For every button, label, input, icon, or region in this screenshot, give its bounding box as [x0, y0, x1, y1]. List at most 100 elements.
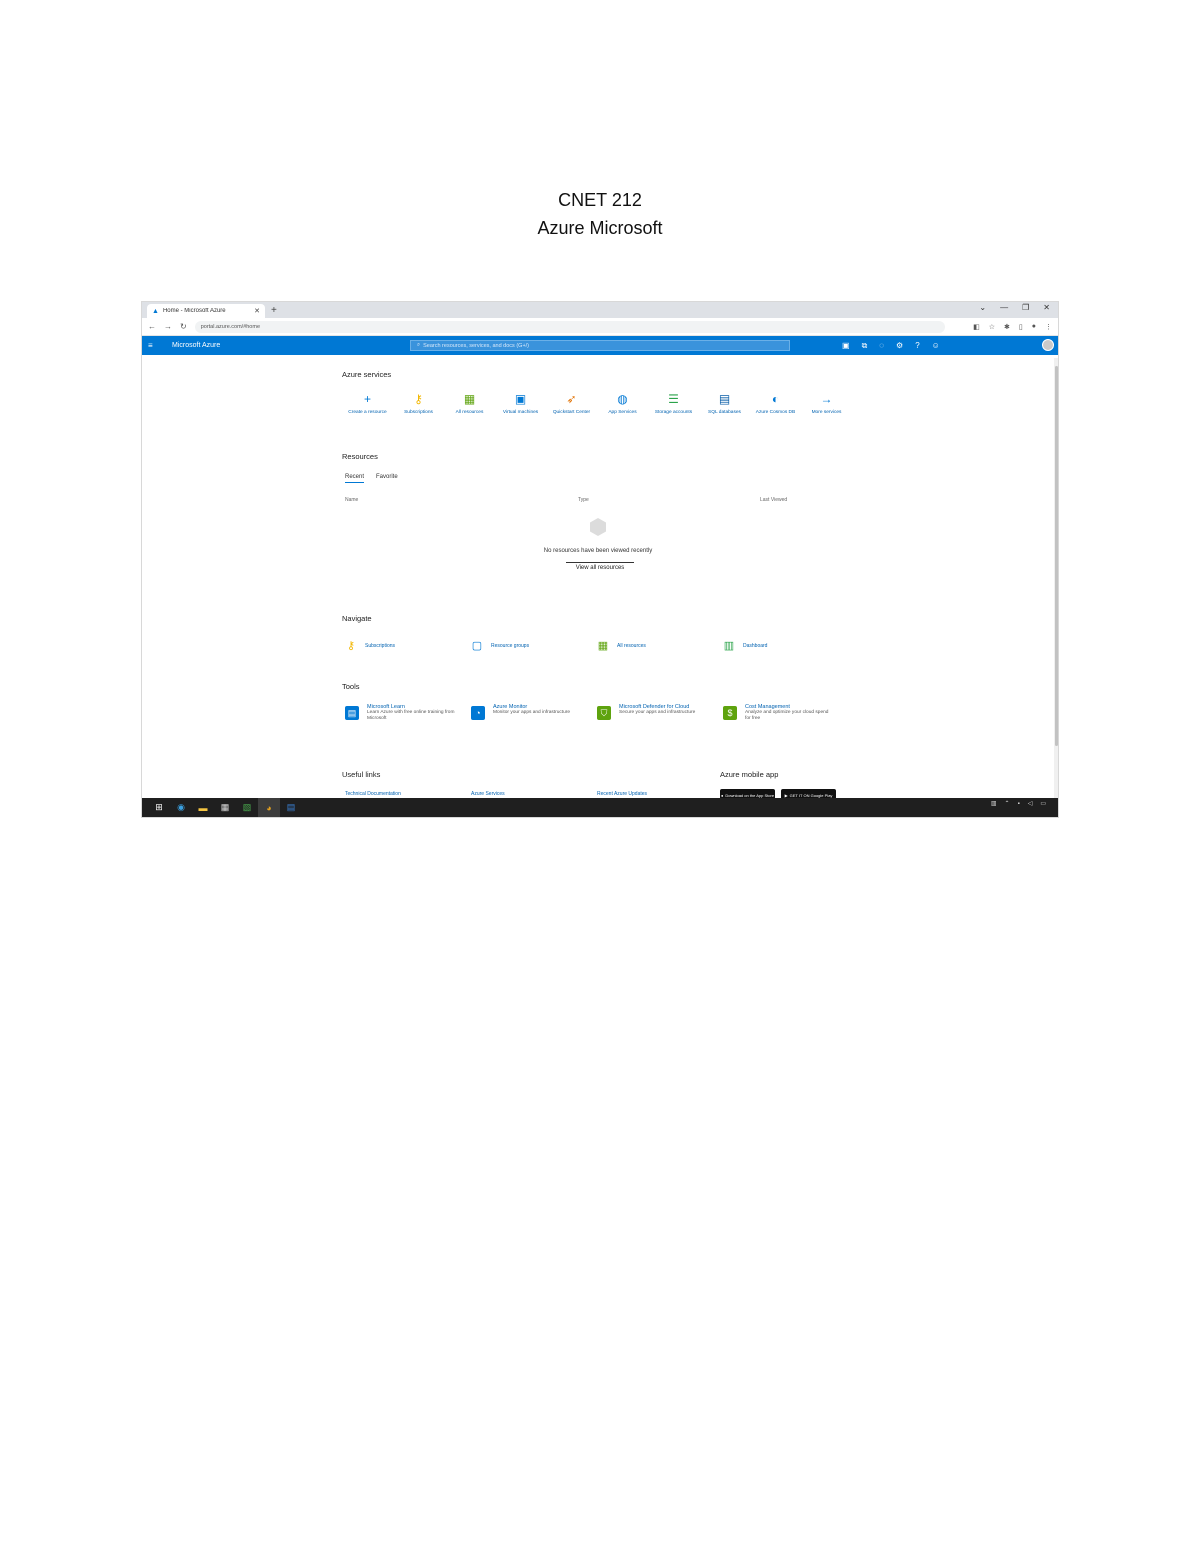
navigate-label: All resources	[617, 643, 646, 649]
screenshot-frame: ▲ Home - Microsoft Azure ✕ + ⌄ — ❐ ✕ ← →…	[141, 301, 1059, 818]
course-code: CNET 212	[558, 190, 642, 210]
dollar-icon: $	[723, 706, 737, 720]
chart-icon: ▥	[723, 640, 735, 652]
navigate-item[interactable]: ▥ Dashboard	[723, 640, 849, 652]
navigate-label: Subscriptions	[365, 643, 396, 649]
service-item[interactable]: ⚷ Subscriptions	[393, 392, 444, 416]
play-icon: ▶	[784, 792, 788, 798]
empty-resources-text: No resources have been viewed recently	[543, 548, 653, 554]
azure-favicon-icon: ▲	[152, 307, 159, 315]
useful-link[interactable]: Azure Services	[471, 791, 597, 797]
azure-services-title: Azure services	[342, 370, 392, 379]
sidebar-icon[interactable]: ▯	[1019, 323, 1023, 331]
url-field[interactable]: portal.azure.com/#home	[194, 320, 946, 333]
new-tab-button[interactable]: +	[271, 304, 277, 318]
service-item[interactable]: ➶ Quickstart Center	[546, 392, 597, 416]
navigate-item[interactable]: ▦ All resources	[597, 640, 723, 652]
view-all-resources-button[interactable]: View all resources	[566, 562, 634, 571]
excel-icon[interactable]: ▧	[236, 798, 258, 817]
service-item[interactable]: → More services	[801, 392, 852, 416]
close-window-icon[interactable]: ✕	[1043, 303, 1050, 312]
feedback-icon[interactable]: ☺	[932, 341, 940, 351]
windows-taskbar: ⊞ ◉ ▬ ▦ ▧ ◕ ▤ ▥ ⌃ ▪ ◁ ▭	[142, 798, 1058, 817]
tool-item[interactable]: ▤ Microsoft Learn Learn Azure with free on…	[345, 704, 471, 722]
avatar[interactable]	[1042, 339, 1054, 351]
volume-icon[interactable]: ◁	[1028, 800, 1033, 807]
back-icon[interactable]: ←	[148, 322, 156, 331]
forward-icon[interactable]: →	[164, 322, 172, 331]
directory-filter-icon[interactable]: ⧉	[862, 341, 868, 351]
file-explorer-icon[interactable]: ▬	[192, 798, 214, 817]
tab-search-icon[interactable]: ⌄	[979, 303, 986, 312]
key-icon: ⚷	[414, 392, 423, 406]
column-type[interactable]: Type	[578, 497, 589, 503]
browser-tab[interactable]: ▲ Home - Microsoft Azure ✕	[147, 304, 265, 318]
tool-description: Secure your apps and infrastructure	[619, 710, 696, 715]
column-last-viewed[interactable]: Last Viewed	[760, 497, 787, 503]
battery-icon[interactable]: ▭	[1040, 800, 1046, 807]
tray-app-icon[interactable]: ▥	[991, 800, 997, 807]
cube-icon: ▢	[471, 640, 483, 652]
service-item[interactable]: ▣ Virtual machines	[495, 392, 546, 416]
minimize-icon[interactable]: —	[1000, 303, 1008, 312]
globe-icon: ◍	[617, 392, 628, 406]
service-item[interactable]: ▤ SQL databases	[699, 392, 750, 416]
service-item[interactable]: ☰ Storage accounts	[648, 392, 699, 416]
tab-favorite[interactable]: Favorite	[376, 474, 398, 483]
profile-icon[interactable]: ●	[1032, 323, 1036, 331]
service-item[interactable]: ▦ All resources	[444, 392, 495, 416]
chrome-icon[interactable]: ◕	[258, 798, 280, 817]
azure-services-list: + Create a resource ⚷ Subscriptions ▦ All res…	[342, 392, 852, 416]
tool-item[interactable]: $ Cost Management Analyze and optimize you…	[723, 704, 849, 722]
navigate-list: ⚷ Subscriptions ▢ Resource groups ▦ All resou…	[345, 640, 849, 652]
gauge-icon: ◔	[471, 706, 485, 720]
search-icon: ⌕	[417, 342, 421, 348]
settings-gear-icon[interactable]: ⚙	[896, 341, 903, 351]
tool-text: Cost Management Analyze and optimize your…	[745, 704, 833, 722]
restore-icon[interactable]: ❐	[1022, 303, 1029, 312]
edge-browser-icon[interactable]: ◉	[170, 798, 192, 817]
close-tab-icon[interactable]: ✕	[254, 307, 260, 315]
navigate-item[interactable]: ⚷ Subscriptions	[345, 640, 471, 652]
key-icon: ⚷	[346, 640, 356, 652]
hamburger-menu-icon[interactable]: ≡	[148, 341, 172, 350]
service-item[interactable]: ◐ Azure Cosmos DB	[750, 392, 801, 416]
scrollbar-thumb[interactable]	[1055, 366, 1058, 746]
browser-tab-strip: ▲ Home - Microsoft Azure ✕ + ⌄ — ❐ ✕	[142, 302, 1058, 318]
learn-icon: ▤	[345, 706, 359, 720]
tools-title: Tools	[342, 682, 360, 691]
service-item[interactable]: + Create a resource	[342, 392, 393, 416]
column-name[interactable]: Name	[345, 497, 358, 503]
help-icon[interactable]: ?	[915, 341, 919, 351]
network-icon[interactable]: ▪	[1018, 801, 1020, 807]
useful-link[interactable]: Recent Azure Updates	[597, 791, 723, 797]
navigate-item[interactable]: ▢ Resource groups	[471, 640, 597, 652]
tool-text: Microsoft Defender for Cloud Secure your …	[619, 704, 707, 722]
tool-description: Analyze and optimize your cloud spend fo…	[745, 710, 829, 721]
mobile-app-title: Azure mobile app	[720, 770, 779, 779]
service-label: Quickstart Center	[552, 410, 591, 415]
notifications-icon[interactable]: ◌	[879, 341, 884, 351]
service-item[interactable]: ◍ App Services	[597, 392, 648, 416]
tab-recent[interactable]: Recent	[345, 474, 365, 483]
tool-item[interactable]: ⛉ Microsoft Defender for Cloud Secure your…	[597, 704, 723, 722]
useful-link[interactable]: Technical Documentation	[345, 791, 471, 797]
navigate-label: Dashboard	[743, 643, 768, 649]
extension-icon[interactable]: ◧	[973, 323, 980, 331]
puzzle-icon[interactable]: ✱	[1004, 323, 1010, 331]
word-icon[interactable]: ▤	[280, 798, 302, 817]
bookmark-icon[interactable]: ☆	[989, 323, 995, 331]
store-icon[interactable]: ▦	[214, 798, 236, 817]
service-label: Create a resource	[348, 410, 387, 415]
search-input[interactable]: ⌕ Search resources, services, and docs (…	[410, 340, 790, 351]
tools-list: ▤ Microsoft Learn Learn Azure with free on…	[345, 704, 849, 722]
azure-brand[interactable]: Microsoft Azure	[172, 342, 410, 349]
reload-icon[interactable]: ↻	[180, 322, 187, 331]
cloud-shell-icon[interactable]: ▣	[842, 341, 850, 351]
search-placeholder: Search resources, services, and docs (G+…	[423, 342, 530, 349]
chevron-up-icon[interactable]: ⌃	[1005, 800, 1010, 807]
more-menu-icon[interactable]: ⋮	[1045, 323, 1052, 331]
windows-start-icon[interactable]: ⊞	[148, 798, 170, 817]
apple-icon: ●	[720, 792, 724, 798]
tool-item[interactable]: ◔ Azure Monitor Monitor your apps and infr…	[471, 704, 597, 722]
